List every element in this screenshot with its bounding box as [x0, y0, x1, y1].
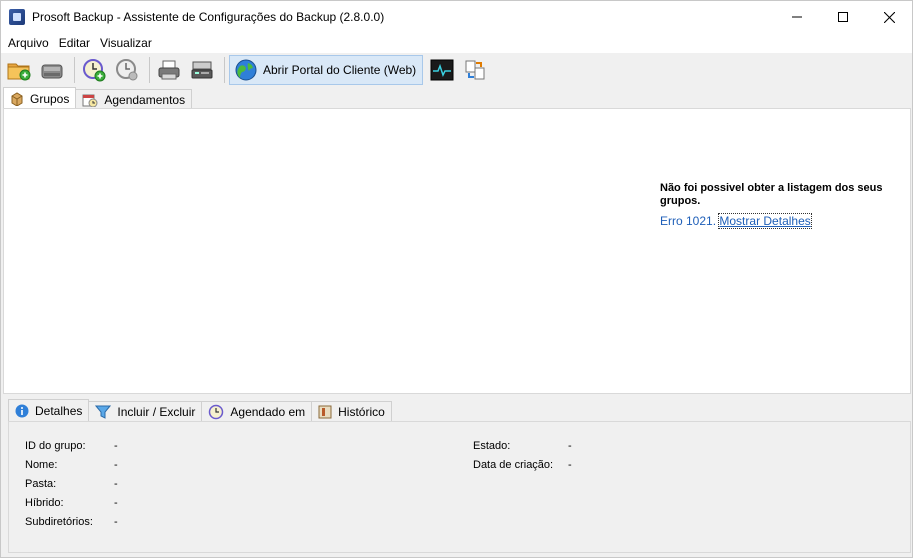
tab-agendado-em[interactable]: Agendado em	[201, 401, 313, 422]
tab-detalhes-label: Detalhes	[35, 404, 83, 418]
field-label: Nome:	[25, 459, 58, 471]
window-title: Prosoft Backup - Assistente de Configura…	[32, 10, 385, 24]
main-tabs: Grupos Agendamentos	[1, 87, 912, 109]
clock-gray-icon	[116, 59, 138, 81]
field-data-de-criacao: Data de criação: -	[473, 459, 572, 471]
field-value: -	[568, 440, 572, 452]
menu-visualizar[interactable]: Visualizar	[95, 36, 157, 50]
backup-button[interactable]	[187, 55, 217, 85]
drive-button[interactable]	[37, 55, 67, 85]
error-code: Erro 1021.	[660, 214, 717, 228]
tab-agendamentos[interactable]: Agendamentos	[75, 89, 193, 109]
globe-icon	[235, 59, 257, 81]
tab-agendado-em-label: Agendado em	[230, 405, 306, 419]
tab-grupos[interactable]: Grupos	[3, 87, 77, 109]
details-tabs: Detalhes Incluir / Excluir Agendado em H…	[1, 398, 912, 422]
tab-historico[interactable]: Histórico	[311, 401, 392, 422]
transfer-button[interactable]	[460, 55, 490, 85]
tab-agendamentos-label: Agendamentos	[104, 92, 186, 107]
field-value: -	[114, 478, 118, 490]
groups-panel: Não foi possivel obter a listagem dos se…	[3, 108, 911, 394]
monitor-button[interactable]	[427, 55, 457, 85]
field-id-do-grupo: ID do grupo: -	[25, 440, 118, 452]
new-group-button[interactable]	[4, 55, 34, 85]
menu-arquivo[interactable]: Arquivo	[3, 36, 54, 50]
open-portal-label: Abrir Portal do Cliente (Web)	[263, 63, 417, 77]
error-title: Não foi possivel obter a listagem dos se…	[660, 182, 883, 207]
show-details-link[interactable]: Mostrar Detalhes	[718, 213, 812, 229]
field-estado: Estado: -	[473, 440, 572, 452]
filter-icon	[95, 405, 112, 419]
field-label: Pasta:	[25, 478, 57, 490]
schedule-add-button[interactable]	[79, 55, 109, 85]
field-subdiretorios: Subdiretórios: -	[25, 516, 118, 528]
tab-historico-label: Histórico	[338, 405, 385, 419]
restore-button[interactable]	[154, 55, 184, 85]
info-icon	[15, 404, 29, 418]
history-icon	[318, 405, 332, 419]
field-nome: Nome: -	[25, 459, 118, 471]
toolbar: Abrir Portal do Cliente (Web)	[1, 53, 912, 87]
field-label: ID do grupo:	[25, 440, 86, 452]
error-line: Erro 1021. Mostrar Detalhes	[660, 213, 890, 229]
tab-incluir-excluir-label: Incluir / Excluir	[117, 405, 196, 419]
open-portal-button[interactable]: Abrir Portal do Cliente (Web)	[229, 55, 424, 85]
field-value: -	[114, 497, 118, 509]
clock-add-icon	[83, 59, 106, 82]
transfer-icon	[465, 60, 485, 80]
details-panel: ID do grupo: - Nome: - Pasta: - Híbrido:…	[8, 421, 911, 553]
field-value: -	[114, 440, 118, 452]
field-value: -	[114, 516, 118, 528]
drive-icon	[41, 64, 63, 79]
menu-editar[interactable]: Editar	[54, 36, 95, 50]
maximize-icon	[838, 12, 848, 22]
folder-add-icon	[7, 63, 31, 81]
tab-grupos-label: Grupos	[30, 91, 70, 106]
tab-detalhes[interactable]: Detalhes	[8, 399, 90, 422]
toolbar-separator	[224, 57, 225, 83]
printer-icon	[158, 60, 180, 80]
title-bar: Prosoft Backup - Assistente de Configura…	[1, 1, 912, 33]
toolbar-separator	[149, 57, 150, 83]
box-icon	[10, 91, 24, 106]
field-label: Subdiretórios:	[25, 516, 93, 528]
field-value: -	[114, 459, 118, 471]
toolbar-separator	[74, 57, 75, 83]
app-window: Prosoft Backup - Assistente de Configura…	[0, 0, 913, 558]
tab-incluir-excluir[interactable]: Incluir / Excluir	[88, 401, 203, 422]
pulse-monitor-icon	[430, 59, 454, 81]
calendar-icon	[82, 93, 98, 107]
field-label: Híbrido:	[25, 497, 64, 509]
close-icon	[883, 11, 895, 23]
maximize-button[interactable]	[820, 1, 866, 33]
app-icon	[9, 9, 25, 25]
field-value: -	[568, 459, 572, 471]
close-button[interactable]	[866, 1, 912, 33]
device-icon	[191, 61, 213, 79]
error-message: Não foi possivel obter a listagem dos se…	[660, 182, 890, 229]
field-label: Data de criação:	[473, 459, 554, 471]
field-pasta: Pasta: -	[25, 478, 118, 490]
field-hibrido: Híbrido: -	[25, 497, 118, 509]
clock-icon	[208, 404, 224, 420]
schedule-button[interactable]	[112, 55, 142, 85]
field-label: Estado:	[473, 440, 511, 452]
minimize-icon	[792, 16, 802, 18]
minimize-button[interactable]	[774, 1, 820, 33]
menu-bar: Arquivo Editar Visualizar	[1, 33, 912, 53]
